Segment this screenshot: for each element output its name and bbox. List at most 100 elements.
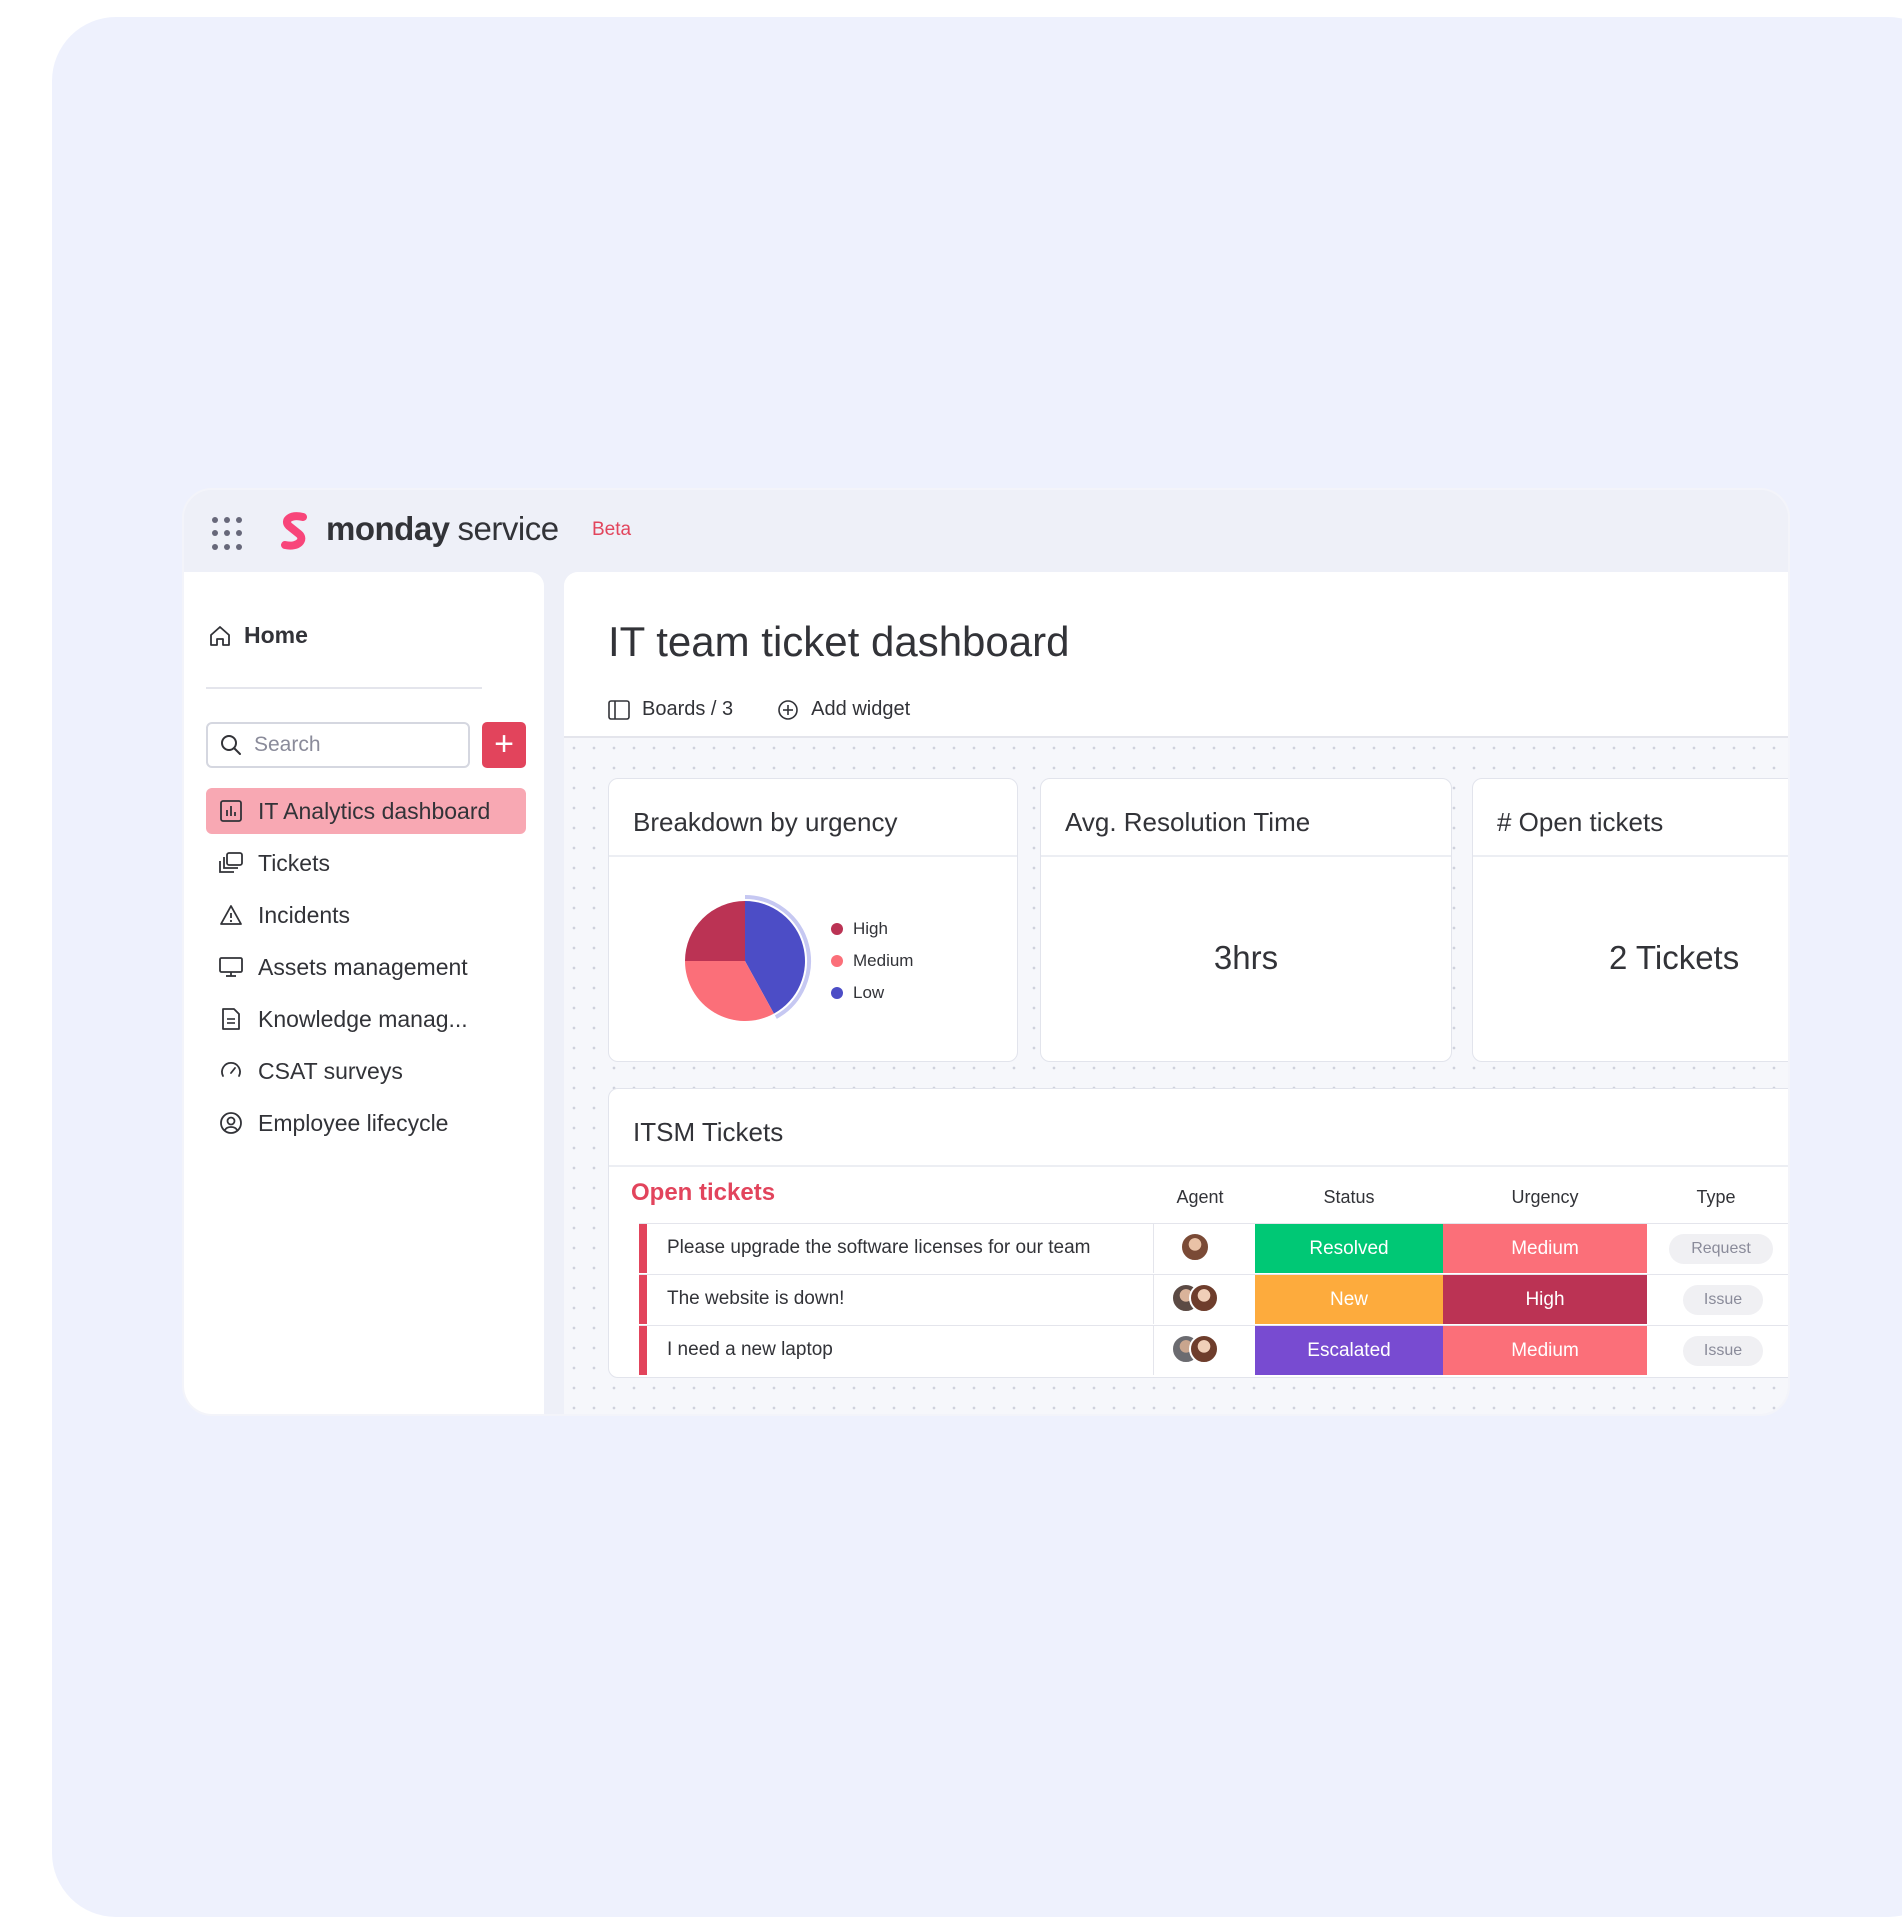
main-area: IT team ticket dashboard Boards / 3 Add … — [564, 572, 1788, 1414]
brand-bold: monday — [326, 510, 450, 547]
home-icon — [210, 625, 230, 646]
sidebar-item-it-analytics-dashboard[interactable]: IT Analytics dashboard — [206, 788, 526, 834]
agent-avatars[interactable] — [1167, 1232, 1223, 1266]
column-header-urgency[interactable]: Urgency — [1443, 1187, 1647, 1208]
sidebar-item-tickets[interactable]: Tickets — [206, 840, 526, 886]
document-icon — [218, 1006, 244, 1032]
sidebar-item-csat-surveys[interactable]: CSAT surveys — [206, 1048, 526, 1094]
table-row[interactable]: I need a new laptop Escalated Medium Iss… — [639, 1325, 1788, 1375]
sidebar-item-label: IT Analytics dashboard — [258, 797, 491, 824]
sidebar-item-knowledge-management[interactable]: Knowledge manag... — [206, 996, 526, 1042]
type-pill[interactable]: Request — [1669, 1234, 1773, 1264]
resolution-time-widget[interactable]: Avg. Resolution Time 3hrs — [1040, 778, 1452, 1062]
bar-chart-icon — [218, 798, 244, 824]
legend-dot — [831, 987, 843, 999]
home-link[interactable]: Home — [208, 622, 308, 649]
urgency-cell[interactable]: Medium — [1443, 1326, 1647, 1375]
sidebar-item-label: Assets management — [258, 953, 468, 980]
sidebar-item-label: CSAT surveys — [258, 1057, 403, 1084]
type-pill[interactable]: Issue — [1683, 1285, 1763, 1315]
resolution-time-value: 3hrs — [1213, 939, 1279, 976]
status-cell[interactable]: New — [1255, 1275, 1443, 1324]
sidebar: Home Search + IT Analytics dashboard Tic… — [184, 572, 544, 1414]
user-circle-icon — [218, 1110, 244, 1136]
urgency-cell[interactable]: Medium — [1443, 1224, 1647, 1273]
avatar — [1189, 1283, 1219, 1313]
column-divider — [1153, 1326, 1154, 1375]
group-color-bar — [639, 1275, 647, 1324]
monday-logo-icon — [281, 512, 307, 550]
legend-item-low: Low — [831, 977, 913, 1009]
table-row[interactable]: The website is down! New High Issue — [639, 1274, 1788, 1324]
urgency-pie-chart — [685, 895, 811, 1021]
boards-label: Boards / 3 — [642, 698, 734, 720]
avatar — [1189, 1334, 1219, 1364]
widget-title: ITSM Tickets — [633, 1117, 784, 1147]
column-header-agent[interactable]: Agent — [1165, 1187, 1235, 1208]
divider — [206, 687, 482, 689]
column-header-status[interactable]: Status — [1255, 1187, 1443, 1208]
boards-button[interactable]: Boards / 3 — [608, 698, 733, 721]
urgency-widget[interactable]: Breakdown by urgency High Medium Low — [608, 778, 1018, 1062]
sidebar-item-label: Incidents — [258, 901, 351, 928]
widget-divider — [609, 1165, 1788, 1167]
pie-slice-high[interactable] — [685, 901, 745, 961]
sidebar-item-label: Knowledge manag... — [258, 1005, 468, 1032]
column-divider — [1153, 1224, 1154, 1273]
toolbar: Boards / 3 Add widget — [608, 698, 910, 721]
agent-avatars[interactable] — [1167, 1283, 1223, 1317]
status-cell[interactable]: Resolved — [1255, 1224, 1443, 1273]
legend-dot — [831, 923, 843, 935]
column-divider — [1153, 1275, 1154, 1324]
ticket-name[interactable]: The website is down! — [667, 1288, 844, 1310]
group-color-bar — [639, 1224, 647, 1273]
widget-title: # Open tickets — [1497, 807, 1664, 837]
search-input[interactable]: Search — [254, 733, 321, 757]
itsm-tickets-widget[interactable]: ITSM Tickets Open tickets Agent Status U… — [608, 1088, 1788, 1378]
plus-circle-icon — [778, 699, 798, 720]
gauge-icon — [218, 1058, 244, 1084]
brand-name: monday service — [326, 510, 559, 548]
open-tickets-value: 2 Tickets — [1609, 939, 1740, 976]
search-icon — [221, 735, 241, 755]
sidebar-nav: IT Analytics dashboard Tickets Incidents… — [206, 788, 526, 1152]
add-button[interactable]: + — [482, 722, 526, 768]
urgency-cell[interactable]: High — [1443, 1275, 1647, 1324]
ticket-name[interactable]: I need a new laptop — [667, 1339, 833, 1361]
widget-divider — [1041, 855, 1451, 857]
page-header: IT team ticket dashboard Boards / 3 Add … — [564, 572, 1788, 738]
top-bar: monday service Beta — [184, 490, 1788, 572]
add-widget-button[interactable]: Add widget — [777, 698, 910, 721]
open-tickets-widget[interactable]: # Open tickets 2 Tickets — [1472, 778, 1788, 1062]
legend-item-high: High — [831, 913, 913, 945]
stacked-cards-icon — [218, 850, 244, 876]
page-title: IT team ticket dashboard — [608, 618, 1070, 665]
widget-divider — [1473, 855, 1788, 857]
ticket-name[interactable]: Please upgrade the software licenses for… — [667, 1237, 1091, 1259]
status-cell[interactable]: Escalated — [1255, 1326, 1443, 1375]
legend-label: High — [853, 919, 888, 938]
agent-avatars[interactable] — [1167, 1334, 1223, 1368]
type-pill[interactable]: Issue — [1683, 1336, 1763, 1366]
widget-title: Avg. Resolution Time — [1065, 807, 1311, 837]
sidebar-item-employee-lifecycle[interactable]: Employee lifecycle — [206, 1100, 526, 1146]
warning-icon — [218, 902, 244, 928]
group-color-bar — [639, 1326, 647, 1375]
table-row[interactable]: Please upgrade the software licenses for… — [639, 1223, 1788, 1273]
beta-badge: Beta — [592, 519, 632, 540]
sidebar-item-incidents[interactable]: Incidents — [206, 892, 526, 938]
pie-legend: High Medium Low — [831, 913, 913, 1009]
sidebar-item-assets-management[interactable]: Assets management — [206, 944, 526, 990]
sidebar-item-label: Tickets — [258, 849, 330, 876]
widget-divider — [609, 855, 1017, 857]
search-box[interactable]: Search — [206, 722, 470, 768]
app-grid-icon[interactable] — [212, 517, 246, 551]
sidebar-item-label: Employee lifecycle — [258, 1109, 449, 1136]
brand-light: service — [457, 510, 560, 547]
app-window: monday service Beta Home Search + IT Ana… — [182, 488, 1790, 1416]
legend-dot — [831, 955, 843, 967]
monitor-icon — [218, 954, 244, 980]
legend-label: Low — [853, 983, 885, 1002]
avatar — [1180, 1232, 1210, 1262]
column-header-type[interactable]: Type — [1661, 1187, 1771, 1208]
